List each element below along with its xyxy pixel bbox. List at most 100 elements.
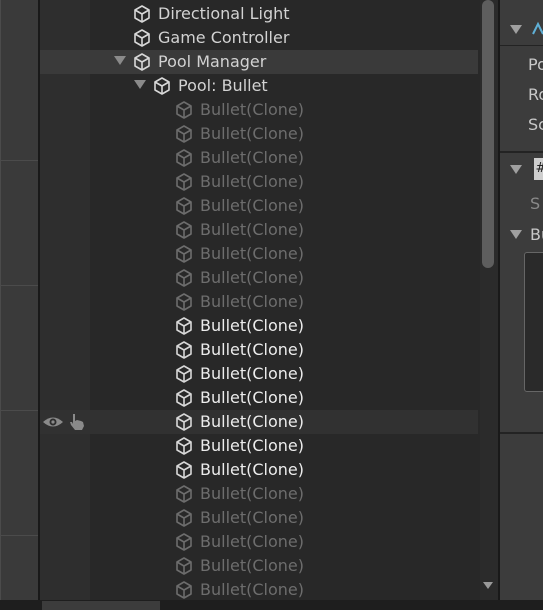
gameobject-cube-icon [176,341,192,359]
inspector-panel[interactable]: Po Ro Sc # S Bu [498,0,543,610]
hierarchy-row[interactable]: Bullet(Clone) [40,194,478,218]
gameobject-cube-icon [176,485,192,503]
hierarchy-row[interactable]: Bullet(Clone) [40,314,478,338]
scroll-down-arrow-icon[interactable] [483,582,493,589]
hierarchy-row-label: Bullet(Clone) [200,220,304,239]
gameobject-cube-icon [176,221,192,239]
hierarchy-row[interactable]: Bullet(Clone) [40,170,478,194]
bottom-tab[interactable] [42,601,160,610]
gameobject-cube-icon [176,365,192,383]
hierarchy-row[interactable]: Bullet(Clone) [40,458,478,482]
hierarchy-row[interactable]: Bullet(Clone) [40,98,478,122]
gameobject-cube-icon [176,413,192,431]
gameobject-cube-icon [176,245,192,263]
hierarchy-row-label: Bullet(Clone) [200,412,304,431]
gameobject-cube-icon [176,317,192,335]
expand-arrow-icon[interactable] [114,56,126,65]
hierarchy-row[interactable]: Bullet(Clone) [40,218,478,242]
hierarchy-row[interactable]: Pool: Bullet [40,74,478,98]
hierarchy-row-label: Bullet(Clone) [200,172,304,191]
foldout-arrow-icon[interactable] [510,230,522,239]
gameobject-cube-icon [134,53,150,71]
component-header[interactable] [500,13,543,46]
hierarchy-row-label: Game Controller [158,28,290,47]
hierarchy-row[interactable]: Bullet(Clone) [40,146,478,170]
gameobject-cube-icon [176,461,192,479]
hierarchy-row-label: Bullet(Clone) [200,436,304,455]
foldout-arrow-icon[interactable] [510,165,522,174]
transform-icon [532,21,543,35]
hierarchy-row[interactable]: Bullet(Clone) [40,434,478,458]
hierarchy-row[interactable]: Bullet(Clone) [40,482,478,506]
hierarchy-row[interactable]: Bullet(Clone) [40,554,478,578]
script-icon: # [534,158,543,180]
gameobject-cube-icon [176,269,192,287]
pickable-hand-icon[interactable] [68,412,86,432]
inspector-field-label: Sc [528,115,543,134]
gameobject-cube-icon [176,581,192,599]
scene-grid-line [0,535,38,536]
hierarchy-row[interactable]: Pool Manager [40,50,478,74]
scene-grid-line [0,410,38,411]
hierarchy-row[interactable]: Bullet(Clone) [40,506,478,530]
gameobject-cube-icon [176,173,192,191]
gameobject-cube-icon [154,77,170,95]
hierarchy-row-label: Bullet(Clone) [200,532,304,551]
hierarchy-row[interactable]: Bullet(Clone) [40,122,478,146]
scene-grid-line [0,285,38,286]
inspector-field-label: Ro [528,85,543,104]
gameobject-cube-icon [134,29,150,47]
hierarchy-row[interactable]: Directional Light [40,2,478,26]
gameobject-cube-icon [134,5,150,23]
gameobject-cube-icon [176,509,192,527]
hierarchy-row-label: Bullet(Clone) [200,196,304,215]
hierarchy-row-label: Bullet(Clone) [200,148,304,167]
hierarchy-row-label: Bullet(Clone) [200,292,304,311]
hierarchy-row[interactable]: Bullet(Clone) [40,362,478,386]
hierarchy-row-label: Bullet(Clone) [200,244,304,263]
hierarchy-row-label: Bullet(Clone) [200,316,304,335]
hierarchy-row-label: Bullet(Clone) [200,388,304,407]
gameobject-cube-icon [176,149,192,167]
hierarchy-row[interactable]: Bullet(Clone) [40,290,478,314]
hierarchy-row-label: Pool: Bullet [178,76,268,95]
scene-view-edge[interactable] [0,0,40,600]
hierarchy-row[interactable]: Bullet(Clone) [40,530,478,554]
hierarchy-row-label: Bullet(Clone) [200,268,304,287]
gameobject-cube-icon [176,101,192,119]
hierarchy-row[interactable]: Bullet(Clone) [40,578,478,600]
hierarchy-row[interactable]: Bullet(Clone) [40,410,478,434]
expand-arrow-icon[interactable] [134,80,146,89]
list-field[interactable] [524,252,543,392]
visibility-eye-icon[interactable] [42,414,64,430]
hierarchy-row[interactable]: Bullet(Clone) [40,386,478,410]
gameobject-cube-icon [176,389,192,407]
hierarchy-row-label: Bullet(Clone) [200,124,304,143]
scene-grid-line [0,0,1,600]
hierarchy-row-label: Bullet(Clone) [200,340,304,359]
hierarchy-row-label: Bullet(Clone) [200,556,304,575]
scene-grid-line [0,160,38,161]
hierarchy-row-label: Pool Manager [158,52,267,71]
hierarchy-row-label: Bullet(Clone) [200,100,304,119]
inspector-field-label: Bu [530,225,543,244]
gameobject-cube-icon [176,125,192,143]
inspector-field-label: S [530,194,541,213]
gameobject-cube-icon [176,437,192,455]
hierarchy-row[interactable]: Bullet(Clone) [40,266,478,290]
foldout-arrow-icon[interactable] [510,25,522,34]
hierarchy-row-label: Bullet(Clone) [200,580,304,599]
hierarchy-row[interactable]: Bullet(Clone) [40,338,478,362]
gameobject-cube-icon [176,293,192,311]
gameobject-cube-icon [176,557,192,575]
hierarchy-row[interactable]: Bullet(Clone) [40,242,478,266]
hierarchy-row-label: Directional Light [158,4,290,23]
gameobject-cube-icon [176,533,192,551]
hierarchy-row-label: Bullet(Clone) [200,508,304,527]
inspector-field-label: Po [528,55,543,74]
hierarchy-panel[interactable]: Directional Light Game Controller Pool Man… [40,0,498,600]
component-separator [500,432,543,434]
component-separator [500,151,543,153]
hierarchy-row[interactable]: Game Controller [40,26,478,50]
scrollbar-thumb[interactable] [482,0,494,268]
